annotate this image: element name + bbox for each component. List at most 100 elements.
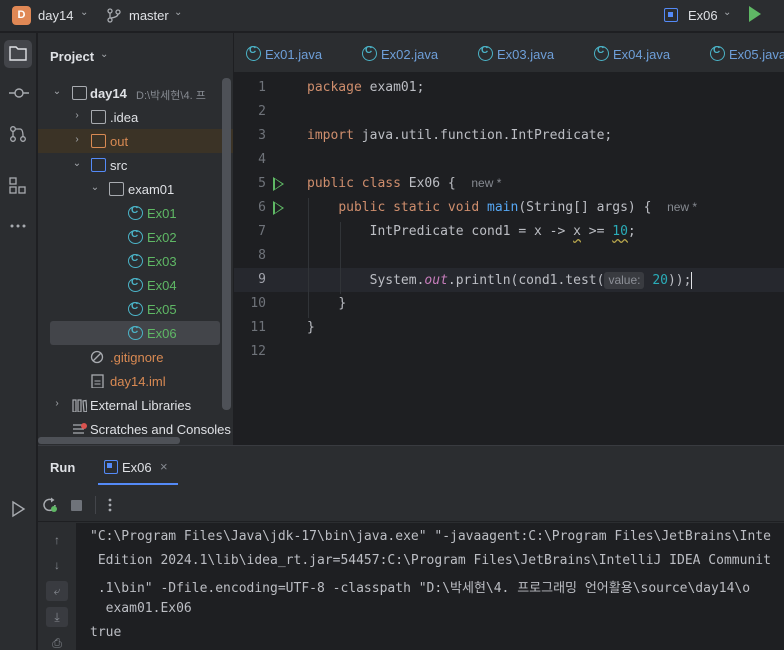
rerun-icon[interactable]: [42, 497, 58, 513]
stop-icon[interactable]: [71, 500, 82, 511]
soft-wrap-icon[interactable]: ⤶: [46, 581, 68, 601]
run-main-gutter-icon[interactable]: [273, 201, 284, 215]
tree-item-ex05[interactable]: Ex05: [38, 297, 233, 321]
scroll-to-end-icon[interactable]: ⤓: [46, 607, 68, 627]
run-class-gutter-icon[interactable]: [273, 177, 284, 191]
tree-item-ex06[interactable]: Ex06: [50, 321, 220, 345]
keyword: public class: [307, 176, 401, 191]
tree-item-iml[interactable]: day14.iml: [38, 369, 233, 393]
tree-root[interactable]: ⌄ day14 D:\박세현\4. 프: [38, 81, 233, 105]
code-text: exam01;: [361, 80, 425, 95]
structure-tool-button[interactable]: [4, 172, 32, 200]
print-icon[interactable]: ⎙: [46, 633, 68, 650]
chevron-down-icon[interactable]: ⌄: [80, 7, 88, 18]
tree-item-ex02[interactable]: Ex02: [38, 225, 233, 249]
code-line-9: System.out.println(cond1.test(value: 20)…: [307, 272, 693, 289]
arrow-up-icon[interactable]: ↑: [46, 530, 68, 550]
run-tool-button[interactable]: [4, 495, 32, 523]
folder-icon: [91, 134, 106, 148]
chevron-down-icon[interactable]: ⌄: [723, 7, 731, 18]
project-horizontal-scrollbar[interactable]: [38, 437, 180, 444]
more-options-icon[interactable]: [106, 497, 114, 513]
git-branch-icon: [107, 8, 121, 23]
java-class-icon: [478, 45, 493, 61]
chevron-right-icon[interactable]: ›: [72, 134, 82, 145]
number-literal: 10: [612, 224, 628, 239]
tab-ex04[interactable]: Ex04.java: [613, 47, 670, 62]
chevron-down-icon[interactable]: ⌄: [72, 158, 82, 169]
chevron-down-icon[interactable]: ⌄: [90, 182, 100, 193]
java-class-icon: [246, 45, 261, 61]
scratches-icon: [73, 423, 87, 434]
tab-ex01[interactable]: Ex01.java: [265, 47, 322, 62]
run-button[interactable]: [749, 6, 761, 22]
close-icon[interactable]: ×: [160, 459, 168, 474]
parameter-hint: value:: [604, 272, 645, 289]
tab-ex02[interactable]: Ex02.java: [381, 47, 438, 62]
git-tool-button[interactable]: [4, 120, 32, 148]
console-output[interactable]: "C:\Program Files\Java\jdk-17\bin\java.e…: [76, 523, 784, 650]
java-class-icon: [128, 205, 143, 220]
tree-item-external-libraries[interactable]: › External Libraries: [38, 393, 233, 417]
tree-item-label: src: [110, 158, 128, 173]
code-text: }: [338, 296, 347, 311]
author-hint[interactable]: new *: [667, 200, 697, 214]
tree-item-out[interactable]: › out: [38, 129, 233, 153]
tree-item-idea[interactable]: › .idea: [38, 105, 233, 129]
tree-item-gitignore[interactable]: .gitignore: [38, 345, 233, 369]
tree-item-label: .idea: [110, 110, 139, 125]
project-badge[interactable]: D: [12, 6, 31, 25]
author-hint[interactable]: new *: [471, 176, 501, 190]
tree-item-label: Ex05: [147, 302, 177, 317]
keyword: package: [307, 80, 362, 95]
arrow-down-icon[interactable]: ↓: [46, 555, 68, 575]
warning-text: x: [573, 224, 581, 239]
chevron-right-icon[interactable]: ›: [52, 398, 62, 409]
tree-item-ex03[interactable]: Ex03: [38, 249, 233, 273]
chevron-down-icon[interactable]: ⌄: [100, 49, 108, 60]
java-class-icon: [128, 325, 143, 340]
run-config-icon: [104, 460, 118, 474]
run-toolbar: [38, 488, 784, 522]
method-name: main: [487, 200, 519, 215]
code-line-3: import java.util.function.IntPredicate;: [307, 128, 612, 143]
panel-title[interactable]: Project: [50, 49, 94, 64]
chevron-right-icon[interactable]: ›: [72, 110, 82, 121]
run-config-name[interactable]: Ex06: [688, 8, 718, 23]
commit-tool-button[interactable]: [4, 80, 32, 108]
run-tab-ex06[interactable]: Ex06: [122, 460, 152, 475]
console-line: "C:\Program Files\Java\jdk-17\bin\java.e…: [90, 529, 771, 544]
tree-item-label: Ex04: [147, 278, 177, 293]
project-vertical-scrollbar[interactable]: [222, 78, 231, 410]
module-folder-icon: [72, 86, 87, 100]
tree-item-src[interactable]: ⌄ src: [38, 153, 233, 177]
project-name[interactable]: day14: [38, 8, 73, 23]
active-tab-indicator: [98, 483, 178, 485]
code-editor[interactable]: 1 2 3 4 5 6 7 8 9 10 11 12 package exam0…: [234, 74, 784, 445]
tree-root-label: day14: [90, 86, 127, 101]
chevron-down-icon[interactable]: ⌄: [174, 7, 182, 18]
project-tool-button[interactable]: [4, 40, 32, 68]
code-text: >=: [580, 224, 613, 239]
branch-name[interactable]: master: [129, 8, 169, 23]
tree-item-label: day14.iml: [110, 374, 166, 389]
editor-tab-bar: Ex01.java Ex02.java Ex03.java Ex04.java …: [234, 33, 784, 73]
git-icon: [10, 126, 26, 142]
tree-item-exam01[interactable]: ⌄ exam01: [38, 177, 233, 201]
java-class-icon: [128, 277, 143, 292]
console-line: Edition 2024.1\lib\idea_rt.jar=54457:C:\…: [90, 553, 771, 568]
chevron-down-icon[interactable]: ⌄: [52, 86, 62, 97]
java-class-icon: [128, 253, 143, 268]
tree-item-ex01[interactable]: Ex01: [38, 201, 233, 225]
static-field: out: [424, 273, 448, 288]
more-tools-button[interactable]: [4, 212, 32, 240]
code-line-6: public static void main(String[] args) {…: [307, 200, 697, 215]
tab-ex05[interactable]: Ex05.java: [729, 47, 784, 62]
run-icon: [12, 500, 26, 518]
line-number: 11: [250, 320, 266, 335]
code-text: IntPredicate cond1 = x ->: [369, 224, 574, 239]
tree-item-ex04[interactable]: Ex04: [38, 273, 233, 297]
tab-ex03[interactable]: Ex03.java: [497, 47, 554, 62]
structure-icon: [9, 177, 26, 194]
ignore-file-icon: [90, 350, 104, 364]
